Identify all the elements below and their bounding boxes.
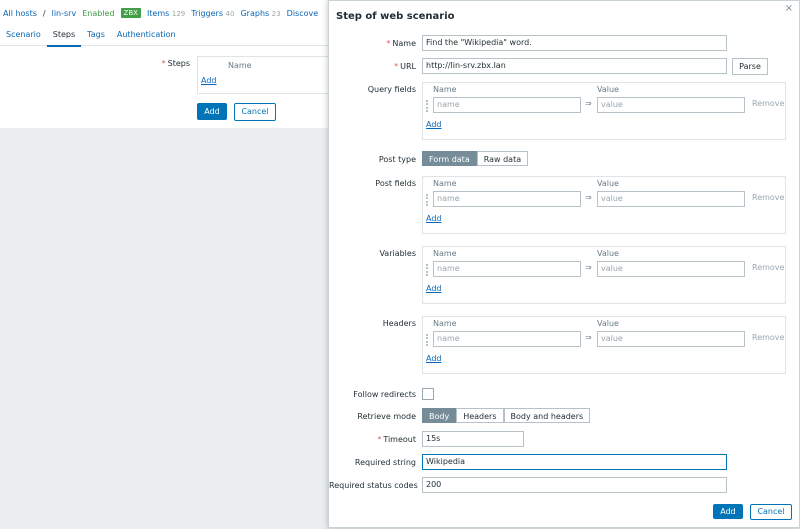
arrow-icon: ⇒	[585, 263, 592, 272]
items-count: 129	[171, 9, 186, 18]
name-input[interactable]: Find the "Wikipedia" word.	[422, 35, 727, 51]
arrow-icon: ⇒	[585, 193, 592, 202]
variable-name-input[interactable]: name	[433, 261, 581, 277]
breadcrumb: All hosts / lin-srv Enabled ZBX Items 12…	[3, 6, 318, 20]
follow-redirects-checkbox[interactable]	[422, 388, 434, 400]
header-value-input[interactable]: value	[597, 331, 745, 347]
required-status-label: Required status codes	[329, 481, 418, 490]
breadcrumb-separator: /	[42, 8, 46, 18]
steps-col-name: Name	[228, 61, 252, 70]
steps-add-link[interactable]: Add	[201, 76, 217, 85]
retrieve-mode-label: Retrieve mode	[357, 412, 416, 421]
retrieve-mode-headers[interactable]: Headers	[456, 408, 504, 423]
items-link[interactable]: Items	[147, 9, 169, 18]
post-type-label: Post type	[378, 155, 416, 164]
close-icon[interactable]: ×	[785, 3, 793, 14]
header-add-link[interactable]: Add	[426, 354, 442, 363]
step-dialog: Step of web scenario × * Name Find the "W…	[328, 0, 800, 528]
steps-table: Name Add	[197, 56, 339, 94]
header-remove-button[interactable]: Remove	[752, 333, 784, 342]
post-type-toggle: Form data Raw data	[422, 151, 529, 166]
query-add-link[interactable]: Add	[426, 120, 442, 129]
scenario-cancel-button[interactable]: Cancel	[234, 103, 276, 121]
timeout-label-text: Timeout	[383, 435, 416, 444]
col-value: Value	[597, 249, 619, 258]
name-label-text: Name	[392, 39, 416, 48]
dialog-cancel-button[interactable]: Cancel	[750, 504, 792, 520]
dialog-add-button[interactable]: Add	[713, 504, 743, 519]
drag-handle-icon[interactable]	[426, 100, 432, 112]
scenario-tabs: Scenario Steps Tags Authentication	[0, 27, 330, 47]
arrow-icon: ⇒	[585, 99, 592, 108]
breadcrumb-host[interactable]: lin-srv	[52, 9, 77, 18]
variables-table: Name Value name ⇒ value Remove Add	[422, 246, 786, 304]
variable-value-input[interactable]: value	[597, 261, 745, 277]
required-string-input[interactable]: Wikipedia	[422, 454, 727, 470]
headers-table: Name Value name ⇒ value Remove Add	[422, 316, 786, 374]
tab-scenario[interactable]: Scenario	[0, 27, 47, 45]
post-add-link[interactable]: Add	[426, 214, 442, 223]
post-fields-label: Post fields	[375, 179, 416, 188]
header-name-input[interactable]: name	[433, 331, 581, 347]
steps-label: * Steps	[161, 59, 190, 68]
retrieve-mode-toggle: Body Headers Body and headers	[422, 408, 591, 423]
dialog-title: Step of web scenario	[336, 11, 455, 22]
query-remove-button[interactable]: Remove	[752, 99, 784, 108]
query-name-input[interactable]: name	[433, 97, 581, 113]
query-fields-table: Name Value name ⇒ value Remove Add	[422, 82, 786, 140]
drag-handle-icon[interactable]	[426, 194, 432, 206]
col-name: Name	[433, 319, 457, 328]
required-status-input[interactable]: 200	[422, 477, 727, 493]
col-name: Name	[433, 85, 457, 94]
drag-handle-icon[interactable]	[426, 334, 432, 346]
variable-remove-button[interactable]: Remove	[752, 263, 784, 272]
graphs-count: 23	[271, 9, 281, 18]
headers-label: Headers	[382, 319, 416, 328]
timeout-input[interactable]: 15s	[422, 431, 524, 447]
post-type-raw-data[interactable]: Raw data	[476, 151, 529, 166]
col-name: Name	[433, 249, 457, 258]
required-string-label: Required string	[354, 458, 416, 467]
follow-redirects-label: Follow redirects	[353, 390, 416, 399]
variable-add-link[interactable]: Add	[426, 284, 442, 293]
tab-tags[interactable]: Tags	[81, 27, 111, 45]
triggers-count: 40	[225, 9, 235, 18]
query-fields-label: Query fields	[367, 85, 416, 94]
name-label: * Name	[386, 39, 416, 48]
col-name: Name	[433, 179, 457, 188]
triggers-link[interactable]: Triggers	[191, 9, 223, 18]
tab-authentication[interactable]: Authentication	[111, 27, 182, 45]
url-label-text: URL	[400, 62, 416, 71]
graphs-link[interactable]: Graphs	[240, 9, 269, 18]
post-value-input[interactable]: value	[597, 191, 745, 207]
scenario-add-button[interactable]: Add	[197, 103, 227, 120]
steps-label-text: Steps	[167, 59, 190, 68]
post-fields-table: Name Value name ⇒ value Remove Add	[422, 176, 786, 234]
url-label: * URL	[394, 62, 416, 71]
zbx-availability-badge: ZBX	[120, 8, 141, 18]
retrieve-mode-body-and-headers[interactable]: Body and headers	[503, 408, 591, 423]
breadcrumb-all-hosts[interactable]: All hosts	[3, 9, 37, 18]
drag-handle-icon[interactable]	[426, 264, 432, 276]
col-value: Value	[597, 179, 619, 188]
host-status[interactable]: Enabled	[82, 9, 114, 18]
arrow-icon: ⇒	[585, 333, 592, 342]
post-type-form-data[interactable]: Form data	[422, 151, 477, 166]
timeout-label: * Timeout	[377, 435, 416, 444]
discovery-link[interactable]: Discove	[287, 9, 319, 18]
parse-button[interactable]: Parse	[732, 58, 768, 75]
retrieve-mode-body[interactable]: Body	[422, 408, 457, 423]
tab-steps[interactable]: Steps	[46, 27, 82, 47]
url-input[interactable]: http://lin-srv.zbx.lan	[422, 58, 727, 74]
post-name-input[interactable]: name	[433, 191, 581, 207]
col-value: Value	[597, 85, 619, 94]
post-remove-button[interactable]: Remove	[752, 193, 784, 202]
query-value-input[interactable]: value	[597, 97, 745, 113]
col-value: Value	[597, 319, 619, 328]
variables-label: Variables	[379, 249, 416, 258]
